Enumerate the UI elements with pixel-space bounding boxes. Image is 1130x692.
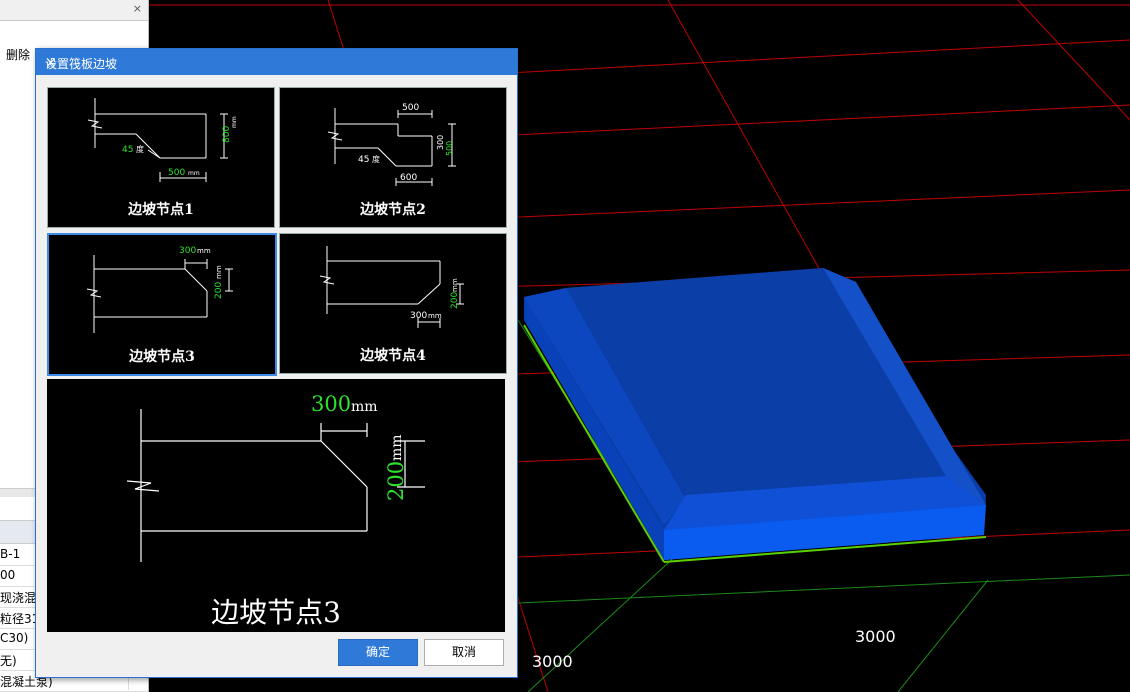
svg-text:mm: mm <box>215 265 223 279</box>
cancel-button[interactable]: 取消 <box>424 639 504 666</box>
dialog-titlebar: 设置筏板边坡 × <box>36 49 517 75</box>
svg-text:500: 500 <box>402 103 419 113</box>
ok-button[interactable]: 确定 <box>338 639 418 666</box>
svg-text:500: 500 <box>168 168 185 178</box>
svg-text:45: 45 <box>358 155 369 165</box>
node-2-label: 边坡节点2 <box>360 202 426 218</box>
slope-settings-dialog: 设置筏板边坡 × 500 mm 800 mm 45 度 边坡节点1 500 30… <box>35 48 518 678</box>
svg-text:度: 度 <box>136 144 144 154</box>
delete-button[interactable]: 删除 <box>6 46 30 63</box>
panel-titlebar: × <box>0 0 148 21</box>
svg-text:600: 600 <box>400 173 417 183</box>
node-1-label: 边坡节点1 <box>128 202 194 218</box>
slope-node-1-option[interactable]: 500 mm 800 mm 45 度 边坡节点1 <box>47 87 275 228</box>
svg-text:mm: mm <box>231 116 238 128</box>
slope-node-2-option[interactable]: 500 300 500 600 45 度 边坡节点2 <box>279 87 507 228</box>
svg-text:mm: mm <box>197 247 211 255</box>
panel-close-icon[interactable]: × <box>133 2 142 15</box>
preview-label: 边坡节点3 <box>211 596 341 629</box>
svg-text:mm: mm <box>451 278 459 292</box>
svg-text:300: 300 <box>179 246 196 256</box>
svg-text:300: 300 <box>410 311 427 321</box>
svg-text:200: 200 <box>214 282 224 299</box>
svg-text:45: 45 <box>122 145 133 155</box>
svg-text:mm: mm <box>428 312 442 320</box>
node-3-label: 边坡节点3 <box>129 349 195 365</box>
raft-slab[interactable] <box>524 268 986 560</box>
dim-label-right: 3000 <box>855 627 896 646</box>
svg-text:300: 300 <box>436 135 445 150</box>
dialog-close-icon[interactable]: × <box>45 55 508 71</box>
dim-label-left: 3000 <box>532 652 573 671</box>
slope-node-4-option[interactable]: 300 mm 200 mm 边坡节点4 <box>279 233 507 374</box>
svg-text:mm: mm <box>188 170 200 177</box>
node-4-label: 边坡节点4 <box>360 348 426 364</box>
preview-dim-top: 300 <box>311 392 351 416</box>
selected-node-preview: 300 mm 200 mm 边坡节点3 <box>47 379 505 632</box>
preview-dim-side: 200 <box>384 461 408 501</box>
preview-unit-top: mm <box>351 399 378 415</box>
svg-text:200: 200 <box>450 292 460 309</box>
svg-text:度: 度 <box>372 154 380 164</box>
preview-unit-side: mm <box>389 434 405 461</box>
slope-node-3-option[interactable]: 300 mm 200 mm 边坡节点3 <box>47 233 277 376</box>
svg-text:500: 500 <box>445 141 454 156</box>
